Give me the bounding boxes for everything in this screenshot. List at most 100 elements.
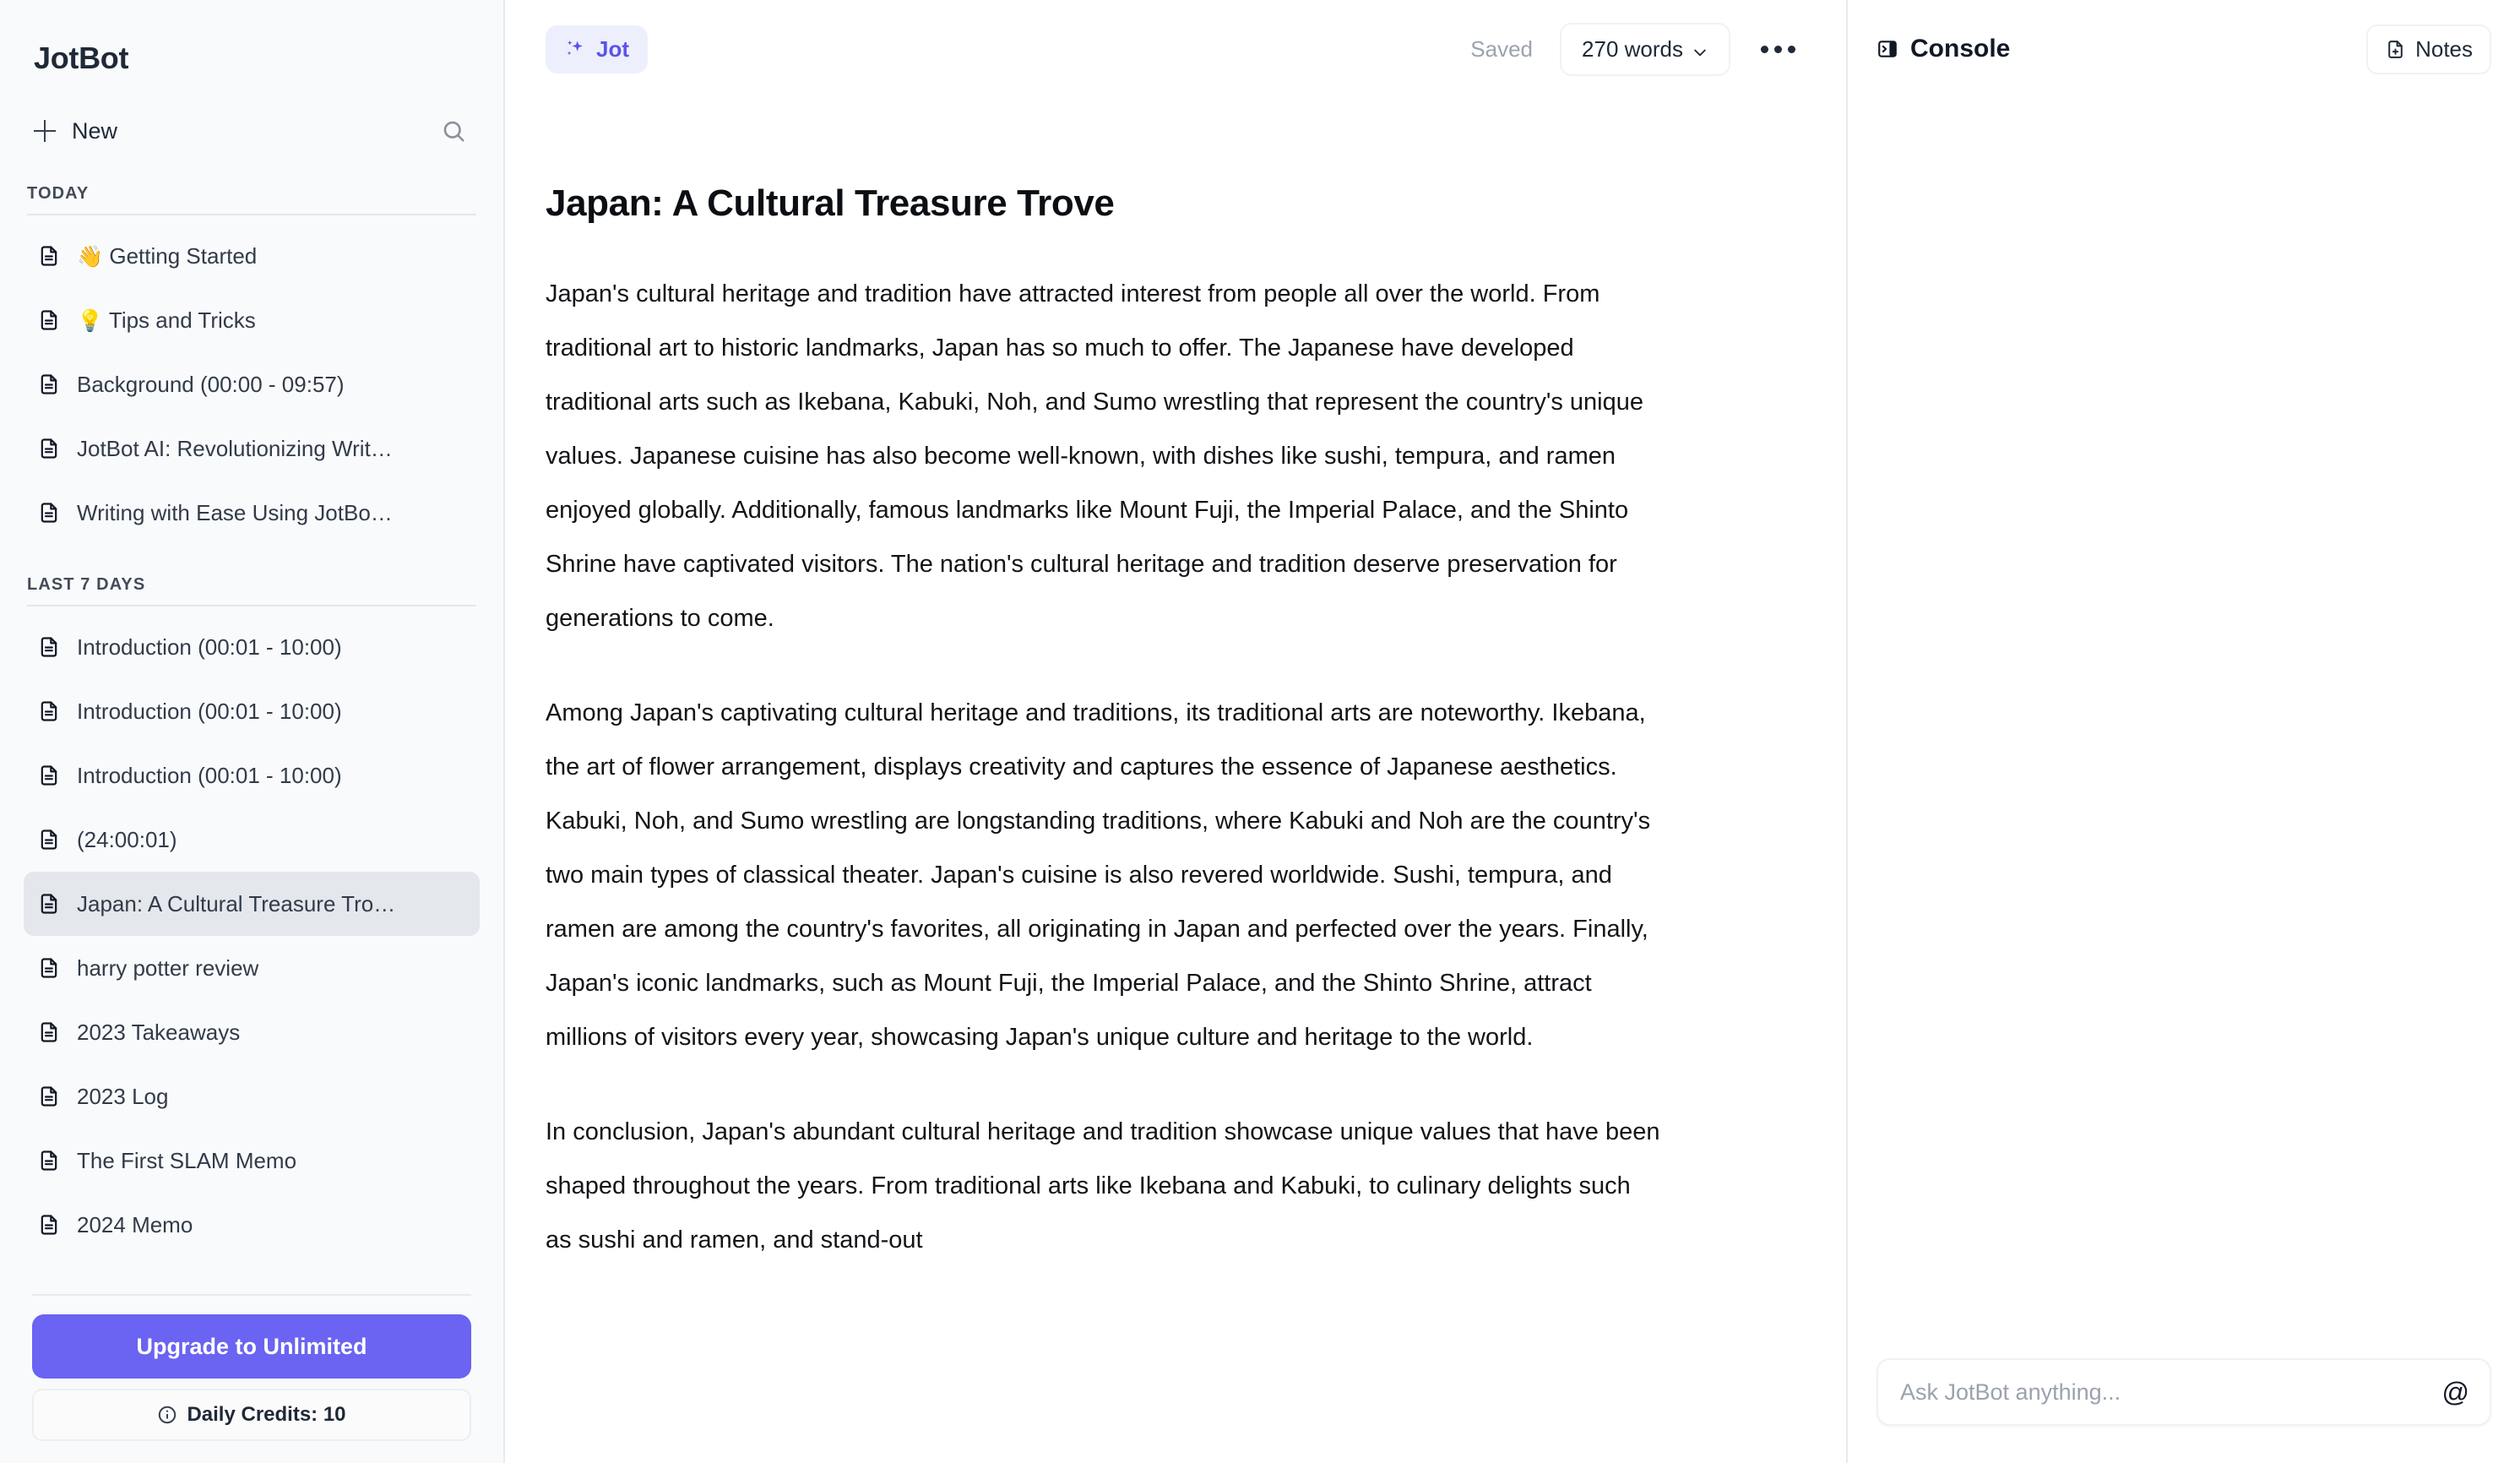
- sidebar-item-label: harry potter review: [77, 954, 259, 981]
- sidebar-item-document[interactable]: harry potter review: [24, 936, 480, 1000]
- document-file-icon: [37, 1149, 61, 1172]
- footer-divider: [32, 1294, 471, 1296]
- sidebar-item-label: Background (00:00 - 09:57): [77, 371, 345, 397]
- sidebar-item-document[interactable]: 2023 Takeaways: [24, 1000, 480, 1064]
- sidebar-section-label: LAST 7 DAYS: [27, 575, 146, 594]
- document-file-icon: [37, 1213, 61, 1237]
- jot-button-label: Jot: [596, 35, 629, 62]
- sidebar-item-document[interactable]: 2023 Log: [24, 1064, 480, 1129]
- document-paragraph: Among Japan's captivating cultural herit…: [546, 699, 1651, 1051]
- sparkle-icon: [564, 38, 586, 60]
- ask-jotbot-input[interactable]: [1878, 1360, 2490, 1424]
- console-panel: Console Notes @: [1846, 0, 2520, 1463]
- sidebar-item-text: Tips and Tricks: [108, 307, 256, 333]
- sidebar-item-document[interactable]: Introduction (00:01 - 10:00): [24, 743, 480, 808]
- editor-toolbar: Jot Saved 270 words: [505, 0, 1846, 98]
- sidebar-sections: TODAY 👋 Getting Started 💡 Tips and Tricks B…: [0, 154, 503, 1257]
- sidebar-item-label: The First SLAM Memo: [77, 1147, 297, 1173]
- console-compose: @: [1848, 1358, 2520, 1463]
- console-messages: [1848, 98, 2520, 1358]
- document-file-icon: [37, 956, 61, 980]
- app-root: JotBot New TODAY 👋 Getting Started 💡 Tips …: [0, 0, 2520, 1463]
- sidebar-item-document[interactable]: Background (00:00 - 09:57): [24, 352, 480, 416]
- sidebar-item-label: Introduction (00:01 - 10:00): [77, 762, 342, 788]
- sidebar-item-document[interactable]: Writing with Ease Using JotBo…: [24, 481, 480, 545]
- notes-button-label: Notes: [2415, 35, 2473, 62]
- sidebar-new-row: New: [0, 108, 503, 154]
- sidebar-document-list: Introduction (00:01 - 10:00) Introduction…: [0, 615, 503, 1257]
- sidebar-item-document[interactable]: (24:00:01): [24, 808, 480, 872]
- sidebar-item-document[interactable]: The First SLAM Memo: [24, 1129, 480, 1193]
- info-icon: [157, 1405, 177, 1425]
- word-count-label: 270 words: [1582, 35, 1683, 62]
- document-emoji: 💡: [77, 308, 104, 333]
- save-status: Saved: [1470, 35, 1534, 62]
- sidebar-item-label: Introduction (00:01 - 10:00): [77, 634, 342, 660]
- plus-icon: [34, 120, 56, 142]
- sidebar: JotBot New TODAY 👋 Getting Started 💡 Tips …: [0, 0, 505, 1463]
- document-body: Japan: A Cultural Treasure Trove Japan's…: [546, 182, 1660, 1267]
- ask-jotbot-field[interactable]: @: [1876, 1358, 2491, 1426]
- console-title: Console: [1910, 35, 2011, 63]
- sidebar-item-document[interactable]: JotBot AI: Revolutionizing Writ…: [24, 416, 480, 481]
- more-dot-icon: [1788, 45, 1795, 53]
- search-icon[interactable]: [441, 118, 466, 144]
- sidebar-item-label: Writing with Ease Using JotBo…: [77, 499, 393, 525]
- notes-button[interactable]: Notes: [2366, 24, 2491, 74]
- console-toggle[interactable]: Console: [1876, 35, 2010, 63]
- sidebar-item-document[interactable]: 2024 Memo: [24, 1193, 480, 1257]
- document-file-icon: [37, 828, 61, 851]
- sidebar-item-label: 2023 Log: [77, 1083, 169, 1109]
- document-file-icon: [37, 1085, 61, 1108]
- more-dot-icon: [1761, 45, 1768, 53]
- new-document-button[interactable]: New: [34, 118, 117, 144]
- document-file-icon: [37, 244, 61, 268]
- file-plus-icon: [2385, 39, 2406, 60]
- editor-pane: Jot Saved 270 words Japan: A Cultural Tr…: [505, 0, 1846, 1463]
- document-file-icon: [37, 308, 61, 332]
- jot-button[interactable]: Jot: [546, 24, 648, 73]
- mention-at-icon[interactable]: @: [2437, 1375, 2474, 1409]
- document-title: Japan: A Cultural Treasure Trove: [546, 182, 1115, 224]
- sidebar-item-text: Getting Started: [109, 242, 258, 269]
- document-canvas[interactable]: Japan: A Cultural Treasure Trove Japan's…: [505, 98, 1846, 1463]
- sidebar-item-label: 2024 Memo: [77, 1211, 193, 1237]
- sidebar-footer: Upgrade to Unlimited Daily Credits: 10: [0, 1294, 503, 1463]
- console-header: Console Notes: [1848, 0, 2520, 98]
- sidebar-item-label: JotBot AI: Revolutionizing Writ…: [77, 435, 393, 461]
- daily-credits-badge[interactable]: Daily Credits: 10: [32, 1389, 471, 1441]
- sidebar-item-document[interactable]: 👋 Getting Started: [24, 224, 480, 288]
- sidebar-item-label: 💡 Tips and Tricks: [77, 307, 256, 334]
- document-file-icon: [37, 699, 61, 723]
- sidebar-item-label: 👋 Getting Started: [77, 243, 257, 269]
- sidebar-item-document[interactable]: Introduction (00:01 - 10:00): [24, 615, 480, 679]
- document-file-icon: [37, 501, 61, 525]
- sidebar-item-document[interactable]: Japan: A Cultural Treasure Tro…: [24, 872, 480, 936]
- sidebar-item-label: Introduction (00:01 - 10:00): [77, 698, 342, 724]
- word-count-dropdown[interactable]: 270 words: [1560, 22, 1730, 76]
- more-options-button[interactable]: [1754, 35, 1802, 63]
- chevron-down-icon: [1692, 41, 1708, 57]
- sidebar-section-divider: [27, 605, 476, 606]
- sidebar-section-divider: [27, 214, 476, 215]
- sidebar-item-label: 2023 Takeaways: [77, 1019, 241, 1045]
- sidebar-item-label: (24:00:01): [77, 826, 177, 852]
- daily-credits-label: Daily Credits: 10: [187, 1403, 346, 1426]
- document-file-icon: [37, 892, 61, 916]
- document-file-icon: [37, 1020, 61, 1044]
- document-paragraph: Japan's cultural heritage and tradition …: [546, 280, 1644, 632]
- sidebar-item-document[interactable]: Introduction (00:01 - 10:00): [24, 679, 480, 743]
- sidebar-item-document[interactable]: 💡 Tips and Tricks: [24, 288, 480, 352]
- new-document-label: New: [72, 117, 118, 144]
- sidebar-section-label: TODAY: [27, 184, 90, 203]
- document-file-icon: [37, 635, 61, 659]
- upgrade-to-unlimited-button[interactable]: Upgrade to Unlimited: [32, 1314, 471, 1379]
- more-dot-icon: [1774, 45, 1782, 53]
- document-paragraph: In conclusion, Japan's abundant cultural…: [546, 1118, 1660, 1254]
- sidebar-document-list: 👋 Getting Started 💡 Tips and Tricks Backgr…: [0, 224, 503, 545]
- document-file-icon: [37, 373, 61, 396]
- app-brand: JotBot: [34, 41, 129, 75]
- document-emoji: 👋: [77, 244, 104, 269]
- sidebar-item-label: Japan: A Cultural Treasure Tro…: [77, 890, 396, 916]
